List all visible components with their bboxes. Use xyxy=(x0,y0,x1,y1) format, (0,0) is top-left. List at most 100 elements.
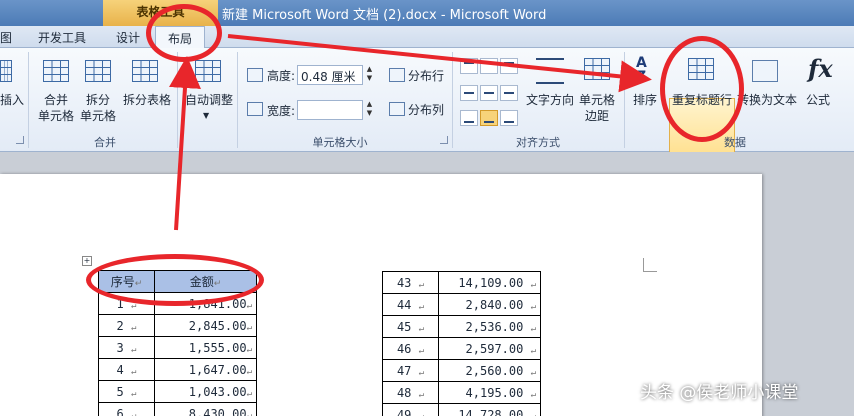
table-cell[interactable]: 3 ↵ xyxy=(98,336,155,359)
text-direction-button[interactable]: 文字方向 xyxy=(524,92,576,108)
sort-button[interactable]: 排序 xyxy=(633,92,657,108)
table-row: 43 ↵ 14,109.00 ↵ xyxy=(382,271,541,294)
tab-design[interactable]: 设计 xyxy=(116,29,140,46)
rows-columns-launcher[interactable] xyxy=(16,136,24,144)
title-bar: 表格工具 新建 Microsoft Word 文档 (2).docx - Mic… xyxy=(0,0,854,26)
tab-developer[interactable]: 开发工具 xyxy=(38,29,86,46)
tab-view[interactable]: 图 xyxy=(0,29,12,46)
table-cell[interactable]: 5 ↵ xyxy=(98,380,155,403)
annotation-ring-repeat-header xyxy=(660,36,744,142)
insert-button[interactable]: 插入 xyxy=(0,92,24,108)
table-cell[interactable]: 48 ↵ xyxy=(382,381,439,404)
table-row: 48 ↵ 4,195.00 ↵ xyxy=(382,381,541,404)
chevron-down-icon[interactable]: ▼ xyxy=(203,108,209,124)
window-title: 新建 Microsoft Word 文档 (2).docx - Microsof… xyxy=(222,8,547,23)
table-cell[interactable]: 1,555.00↵ xyxy=(154,336,257,359)
table-right: 43 ↵ 14,109.00 ↵ 44 ↵ 2,840.00 ↵ 45 ↵ 2,… xyxy=(382,271,541,416)
table-cell[interactable]: 14,728.00 ↵ xyxy=(438,403,541,416)
table-row: 5 ↵ 1,043.00↵ xyxy=(98,380,257,403)
cell-margins-icon xyxy=(584,58,610,80)
distribute-rows-icon xyxy=(389,68,405,82)
table-cell[interactable]: 2,536.00 ↵ xyxy=(438,315,541,338)
sort-az-icon: AZ xyxy=(636,55,647,85)
align-top-center-button[interactable] xyxy=(480,58,498,74)
alignment-group-label: 对齐方式 xyxy=(516,136,560,149)
group-separator xyxy=(177,52,178,148)
split-table-icon xyxy=(132,60,158,82)
data-group-label: 数据 xyxy=(724,136,746,149)
align-middle-left-button[interactable] xyxy=(460,85,478,101)
table-cell[interactable]: 2 ↵ xyxy=(98,314,155,337)
align-bottom-right-button[interactable] xyxy=(500,110,518,126)
text-direction-icon xyxy=(536,58,564,84)
width-input[interactable] xyxy=(297,100,363,120)
table-row: 45 ↵ 2,536.00 ↵ xyxy=(382,315,541,338)
formula-button[interactable]: 公式 xyxy=(806,92,830,108)
table-row: 44 ↵ 2,840.00 ↵ xyxy=(382,293,541,316)
table-row: 47 ↵ 2,560.00 ↵ xyxy=(382,359,541,382)
cell-margins-button[interactable]: 单元格 边距 xyxy=(576,92,618,124)
table-row: 46 ↵ 2,597.00 ↵ xyxy=(382,337,541,360)
table-cell[interactable]: 44 ↵ xyxy=(382,293,439,316)
table-cell[interactable]: 47 ↵ xyxy=(382,359,439,382)
distribute-columns-button[interactable]: 分布列 xyxy=(408,102,444,118)
group-separator xyxy=(28,52,29,148)
group-separator xyxy=(237,52,238,148)
table-cell[interactable]: 8,430.00↵ xyxy=(154,402,257,416)
align-middle-center-button[interactable] xyxy=(480,85,498,101)
autofit-button[interactable]: 自动调整 xyxy=(183,92,235,108)
table-cell[interactable]: 14,109.00 ↵ xyxy=(438,271,541,294)
split-table-button[interactable]: 拆分表格 xyxy=(120,92,174,108)
convert-to-text-icon xyxy=(752,60,778,82)
width-spinner[interactable]: ▲ ▼ xyxy=(364,100,375,120)
annotation-ring-layout-tab xyxy=(146,4,222,62)
width-label: 宽度: xyxy=(267,104,296,118)
watermark: 头条 @侯老师小课堂 xyxy=(640,383,799,403)
merge-group-label: 合并 xyxy=(94,136,116,149)
table-cell[interactable]: 2,845.00↵ xyxy=(154,314,257,337)
height-label: 高度: xyxy=(267,69,296,83)
height-spinner[interactable]: ▲ ▼ xyxy=(364,65,375,85)
autofit-icon xyxy=(195,60,221,82)
align-bottom-left-button[interactable] xyxy=(460,110,478,126)
height-input[interactable]: 0.48 厘米 xyxy=(297,65,363,85)
table-row: 6 ↵ 8,430.00↵ xyxy=(98,402,257,416)
table-cell[interactable]: 4 ↵ xyxy=(98,358,155,381)
align-middle-right-button[interactable] xyxy=(500,85,518,101)
formula-fx-icon: fx xyxy=(808,54,833,83)
merge-cells-icon xyxy=(43,60,69,82)
table-row: 4 ↵ 1,647.00↵ xyxy=(98,358,257,381)
align-top-right-button[interactable] xyxy=(500,58,518,74)
page-margin-marker xyxy=(643,258,657,272)
group-separator xyxy=(452,52,453,148)
distribute-rows-button[interactable]: 分布行 xyxy=(408,68,444,84)
table-cell[interactable]: 46 ↵ xyxy=(382,337,439,360)
table-cell[interactable]: 43 ↵ xyxy=(382,271,439,294)
table-cell[interactable]: 2,840.00 ↵ xyxy=(438,293,541,316)
table-cell[interactable]: 45 ↵ xyxy=(382,315,439,338)
column-width-icon xyxy=(247,102,263,116)
table-move-handle[interactable]: + xyxy=(82,256,92,266)
table-cell[interactable]: 1,647.00↵ xyxy=(154,358,257,381)
table-cell[interactable]: 4,195.00 ↵ xyxy=(438,381,541,404)
convert-to-text-button[interactable]: 转换为文本 xyxy=(736,92,798,108)
annotation-ring-header-row xyxy=(86,254,264,306)
cell-size-group-label: 单元格大小 xyxy=(312,136,368,149)
table-row: 2 ↵ 2,845.00↵ xyxy=(98,314,257,337)
insert-table-icon xyxy=(0,60,12,82)
row-height-icon xyxy=(247,68,263,82)
distribute-columns-icon xyxy=(389,102,405,116)
align-bottom-center-button[interactable] xyxy=(480,110,498,126)
group-separator xyxy=(624,52,625,148)
table-cell[interactable]: 2,597.00 ↵ xyxy=(438,337,541,360)
table-row: 49 ↵ 14,728.00 ↵ xyxy=(382,403,541,416)
merge-cells-button[interactable]: 合并 单元格 xyxy=(36,92,76,124)
table-cell[interactable]: 1,043.00↵ xyxy=(154,380,257,403)
split-cells-button[interactable]: 拆分 单元格 xyxy=(78,92,118,124)
table-cell[interactable]: 49 ↵ xyxy=(382,403,439,416)
table-cell[interactable]: 6 ↵ xyxy=(98,402,155,416)
align-top-left-button[interactable] xyxy=(460,58,478,74)
table-cell[interactable]: 2,560.00 ↵ xyxy=(438,359,541,382)
split-cells-icon xyxy=(85,60,111,82)
cell-size-launcher[interactable] xyxy=(440,136,448,144)
